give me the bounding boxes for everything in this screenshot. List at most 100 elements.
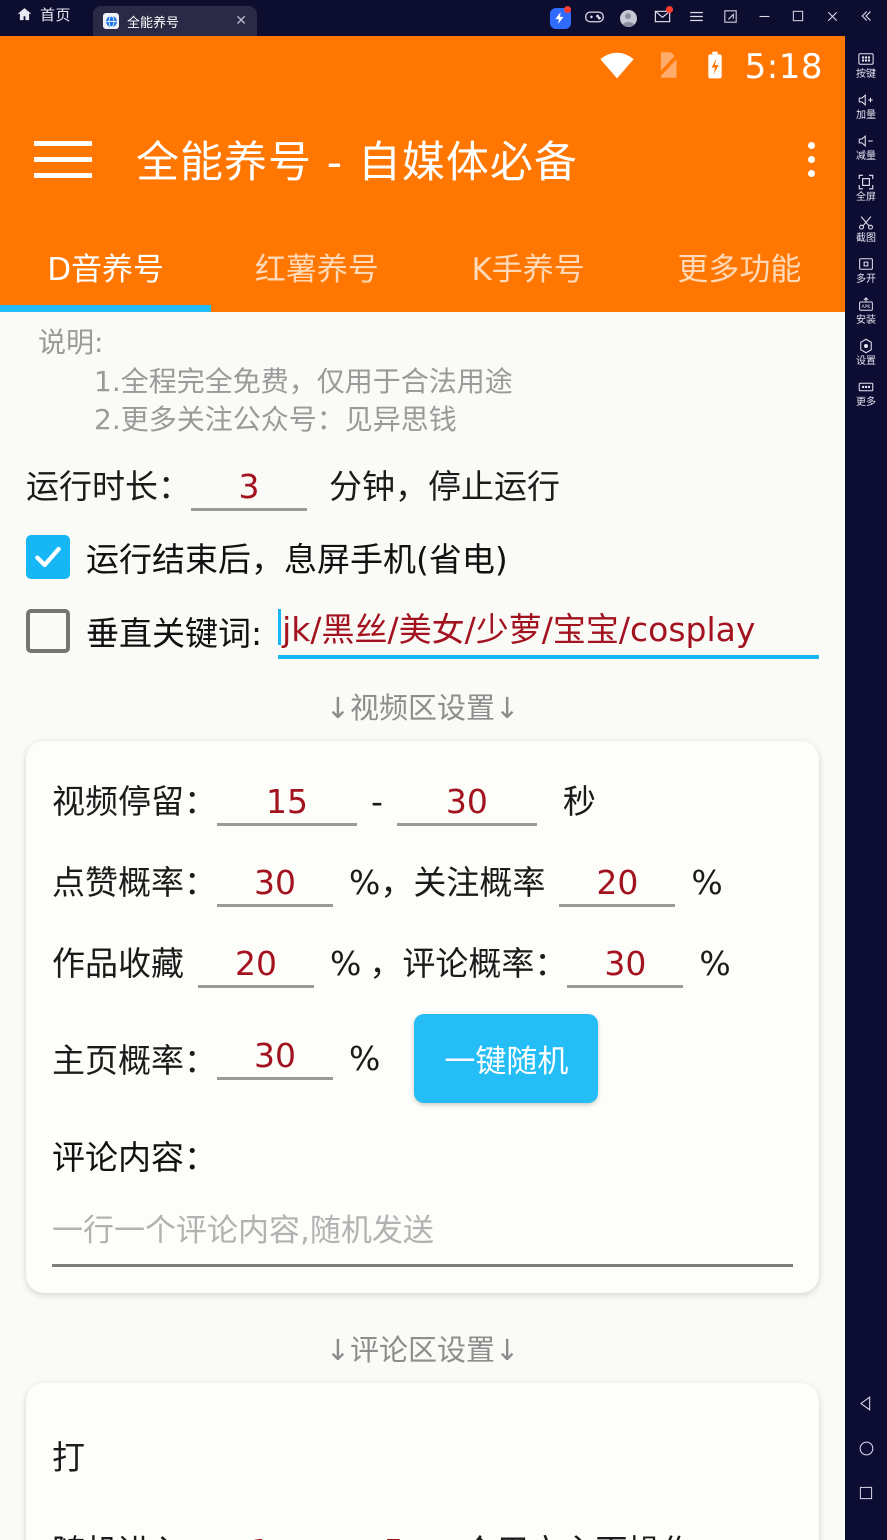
back-triangle-icon[interactable] [857,1394,876,1417]
sidebar-label-multi-instance: 多开 [856,274,876,285]
tab-close-icon[interactable]: ✕ [235,14,247,28]
sidebar-item-multi-instance[interactable]: 多开 [845,249,887,290]
screen-off-checkbox[interactable] [26,534,70,579]
sidebar-item-install[interactable]: APK 安装 [845,290,887,331]
browser-tab-label: 全能养号 [127,15,180,31]
description-line-1: 1.全程完全免费，仅用于合法用途 [94,364,513,398]
more-vertical-icon[interactable] [802,136,821,183]
android-nav-buttons [845,1394,887,1540]
tab-dyin-label: D音养号 [47,251,165,288]
like-percent-symbol: % [349,862,381,902]
runtime-suffix: 分钟，停止运行 [329,466,560,506]
mail-button[interactable] [645,0,679,36]
collect-probability-input[interactable]: 20 [198,944,314,988]
lightning-boost-button[interactable] [543,0,577,36]
collect-separator: ， [369,943,403,983]
settings-scroll-area[interactable]: 说明: 1.全程完全免费，仅用于合法用途 2.更多关注公众号：见异思钱 运行时长… [0,312,845,1540]
home-tab-label: 首页 [40,6,72,24]
sidebar-item-volume-down[interactable]: 减量 [845,126,887,167]
collect-probability-label: 作品收藏 [52,943,184,983]
like-probability-input[interactable]: 30 [217,863,333,907]
one-key-random-button[interactable]: 一键随机 [414,1013,599,1103]
status-time: 5:18 [744,47,823,87]
like-probability-row: 点赞概率： 30 % ， 关注概率 20 % [26,856,819,907]
tab-kshou-label: K手养号 [471,251,585,288]
keywords-checkbox[interactable] [26,608,70,653]
browser-tab[interactable]: 全能养号 ✕ [93,6,258,36]
fullscreen-icon [857,172,875,191]
battery-charging-icon [699,49,731,85]
random-enter-row: 随机进入： 1 - 5 个用户主页操作 [26,1525,819,1540]
sidebar-label-fullscreen: 全屏 [856,192,876,203]
sidebar-item-screenshot[interactable]: 截图 [845,208,887,249]
sidebar-item-more[interactable]: 更多 [845,372,887,413]
homepage-probability-row: 主页概率： 30 % 一键随机 [26,1013,819,1103]
screen-off-row: 运行结束后，息屏手机(省电) [0,533,845,581]
expand-window-button[interactable] [713,0,747,36]
video-stay-min-input[interactable]: 15 [217,782,357,826]
android-statusbar: 5:18 [0,36,845,98]
sidebar-item-volume-up[interactable]: 加量 [845,85,887,126]
account-button[interactable] [611,0,645,36]
svg-text:APK: APK [862,304,872,310]
sidebar-item-fullscreen[interactable]: 全屏 [845,167,887,208]
collapse-sidebar-button[interactable] [849,0,883,36]
wifi-icon [597,45,637,89]
menu-icon [687,7,706,30]
tab-dyin[interactable]: D音养号 [0,220,212,312]
tab-hongshu[interactable]: 红薯养号 [211,220,422,312]
maximize-button[interactable] [781,0,815,36]
runtime-input[interactable]: 3 [191,467,307,511]
multi-instance-icon [857,254,875,273]
window-titlebar: 首页 全能养号 ✕ [0,0,887,36]
comment-content-input[interactable]: 一行一个评论内容,随机发送 [52,1205,793,1267]
maximize-icon [790,8,806,28]
keywords-label: 垂直关键词: [86,613,263,653]
screen-off-label: 运行结束后，息屏手机(省电) [86,539,508,579]
homepage-probability-label: 主页概率： [52,1041,217,1081]
runtime-label: 运行时长： [26,466,191,506]
video-stay-unit: 秒 [562,781,596,821]
tab-kshou[interactable]: K手养号 [423,220,634,312]
keywords-input[interactable]: jk/黑丝/美女/少萝/宝宝/cosplay [278,603,819,659]
window-controls [543,0,887,36]
like-separator: ， [380,862,414,902]
tab-favicon-icon [103,13,120,29]
close-button[interactable] [815,0,849,36]
sidebar-label-install: 安装 [856,315,876,326]
text-caret [278,608,282,645]
menu-button[interactable] [679,0,713,36]
video-stay-max-input[interactable]: 30 [396,782,537,826]
sidebar-item-settings[interactable]: 设置 [845,331,887,372]
sidebar-item-keypad[interactable]: 按键 [845,44,887,85]
video-stay-dash: - [371,781,383,821]
emulator-toolbar: 按键 加量 减量 全屏 截图 多开 APK 安装 设置 更多 [845,36,887,1540]
home-tab-button[interactable]: 首页 [0,0,85,36]
tab-more-label: 更多功能 [677,251,802,288]
video-section-header: ↓视频区设置↓ [325,690,520,725]
keywords-value: jk/黑丝/美女/少萝/宝宝/cosplay [282,609,756,649]
hamburger-icon[interactable] [34,140,92,178]
recents-square-icon[interactable] [857,1484,875,1506]
gamepad-button[interactable] [577,0,611,36]
random-enter-min-input[interactable]: 1 [217,1532,303,1540]
homepage-probability-input[interactable]: 30 [217,1036,333,1081]
comment-section-header: ↓评论区设置↓ [325,1332,520,1367]
collect-probability-row: 作品收藏 20 % ， 评论概率： 30 % [26,937,819,988]
comment-probability-input[interactable]: 30 [567,944,684,988]
minimize-button[interactable] [747,0,781,36]
account-icon [619,9,637,27]
random-enter-suffix: 个用户主页操作 [463,1525,694,1540]
open-partial-row: 打 [26,1431,819,1479]
sidebar-label-more: 更多 [856,397,876,408]
apk-install-icon: APK [857,295,875,314]
settings-icon [857,336,875,355]
collect-percent-symbol: % [330,943,362,983]
home-circle-icon[interactable] [857,1439,876,1462]
comment-content-label: 评论内容： [52,1137,217,1177]
tab-bar: D音养号 红薯养号 K手养号 更多功能 [0,220,845,312]
android-screen: 5:18 全能养号 - 自媒体必备 D音养号 红薯养号 K手养号 更多功能 说明… [0,36,845,1540]
tab-more[interactable]: 更多功能 [634,220,845,312]
follow-probability-input[interactable]: 20 [559,863,676,907]
random-enter-max-input[interactable]: 5 [351,1532,437,1540]
